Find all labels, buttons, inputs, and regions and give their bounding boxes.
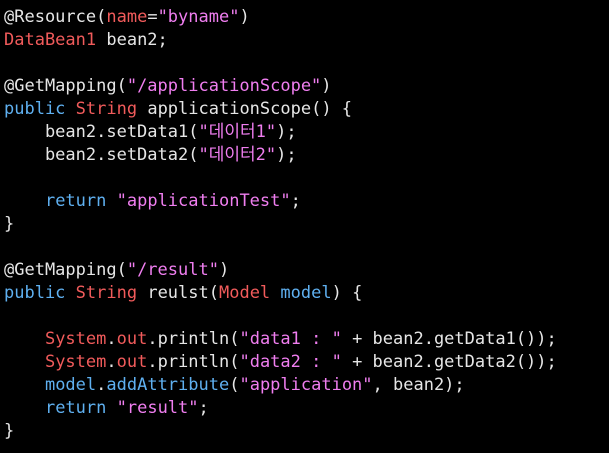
code-line: model.addAttribute("application", bean2)… <box>4 374 609 397</box>
code-token: ( <box>229 375 240 395</box>
code-token: out <box>116 329 148 349</box>
code-token: DataBean1 <box>4 30 97 50</box>
code-token: . <box>106 352 117 372</box>
code-token: reulst( <box>137 283 219 303</box>
code-token: , bean2); <box>372 375 465 395</box>
code-line: bean2.setData2("데이터2"); <box>4 144 609 167</box>
code-token: return <box>44 398 107 418</box>
code-token: ) { <box>331 283 363 303</box>
code-line: @GetMapping("/result") <box>4 259 609 282</box>
code-token: String <box>75 99 138 119</box>
code-token: } <box>4 214 15 234</box>
code-token: ); <box>276 122 297 142</box>
code-token: "data2 : " <box>239 352 342 372</box>
code-token: public <box>4 283 66 303</box>
code-line: } <box>4 213 609 236</box>
code-token: return <box>44 191 107 211</box>
code-token: addAttribute <box>106 375 230 395</box>
code-token: ; <box>290 191 301 211</box>
code-token: "result" <box>116 398 199 418</box>
code-token: @GetMapping( <box>4 260 127 280</box>
code-token: .println( <box>147 352 240 372</box>
code-token: bean2.setData1( <box>4 122 199 142</box>
code-token: Model <box>218 283 271 303</box>
code-token: . <box>96 375 107 395</box>
code-token: + bean2.getData1()); <box>341 329 557 349</box>
code-line: DataBean1 bean2; <box>4 29 609 52</box>
code-token: = <box>147 7 158 27</box>
code-token: System <box>44 352 107 372</box>
code-token: applicationScope() { <box>137 99 353 119</box>
code-line: return "result"; <box>4 397 609 420</box>
code-token: ; <box>198 398 209 418</box>
code-token: "/applicationScope" <box>126 76 322 96</box>
code-token: ) <box>218 260 230 280</box>
code-token: + bean2.getData2()); <box>341 352 557 372</box>
code-token: @GetMapping( <box>4 76 127 96</box>
code-token: name <box>106 7 148 27</box>
code-token: .println( <box>147 329 240 349</box>
code-token: public <box>4 99 66 119</box>
code-token: . <box>106 329 117 349</box>
code-token: @Resource( <box>4 7 107 27</box>
code-token: ) <box>239 7 250 27</box>
code-token: "데이터1" <box>198 122 277 142</box>
code-token: "application" <box>239 375 373 395</box>
code-line: @Resource(name="byname") <box>4 6 609 29</box>
code-token: ) <box>321 76 332 96</box>
code-token: "/result" <box>126 260 219 280</box>
code-token: "applicationTest" <box>116 191 291 211</box>
code-line: return "applicationTest"; <box>4 190 609 213</box>
code-editor[interactable]: @Resource(name="byname") DataBean1 bean2;… <box>0 0 609 453</box>
code-line: System.out.println("data1 : " + bean2.ge… <box>4 328 609 351</box>
code-token: "byname" <box>157 7 240 27</box>
code-token: ); <box>276 145 297 165</box>
code-token: } <box>4 421 15 441</box>
code-token: String <box>75 283 138 303</box>
code-line: public String applicationScope() { <box>4 98 609 121</box>
code-line: @GetMapping("/applicationScope") <box>4 75 609 98</box>
code-token: out <box>116 352 148 372</box>
code-line: bean2.setData1("데이터1"); <box>4 121 609 144</box>
code-line: } <box>4 420 609 443</box>
code-token: System <box>44 329 107 349</box>
code-block[interactable]: @Resource(name="byname") DataBean1 bean2;… <box>4 6 609 443</box>
code-token: bean2; <box>96 30 168 50</box>
code-token: model <box>280 283 332 303</box>
code-token: bean2.setData2( <box>4 145 199 165</box>
code-line: public String reulst(Model model) { <box>4 282 609 305</box>
code-token: model <box>44 375 97 395</box>
code-token: "데이터2" <box>198 145 277 165</box>
code-token: "data1 : " <box>239 329 342 349</box>
code-line: System.out.println("data2 : " + bean2.ge… <box>4 351 609 374</box>
